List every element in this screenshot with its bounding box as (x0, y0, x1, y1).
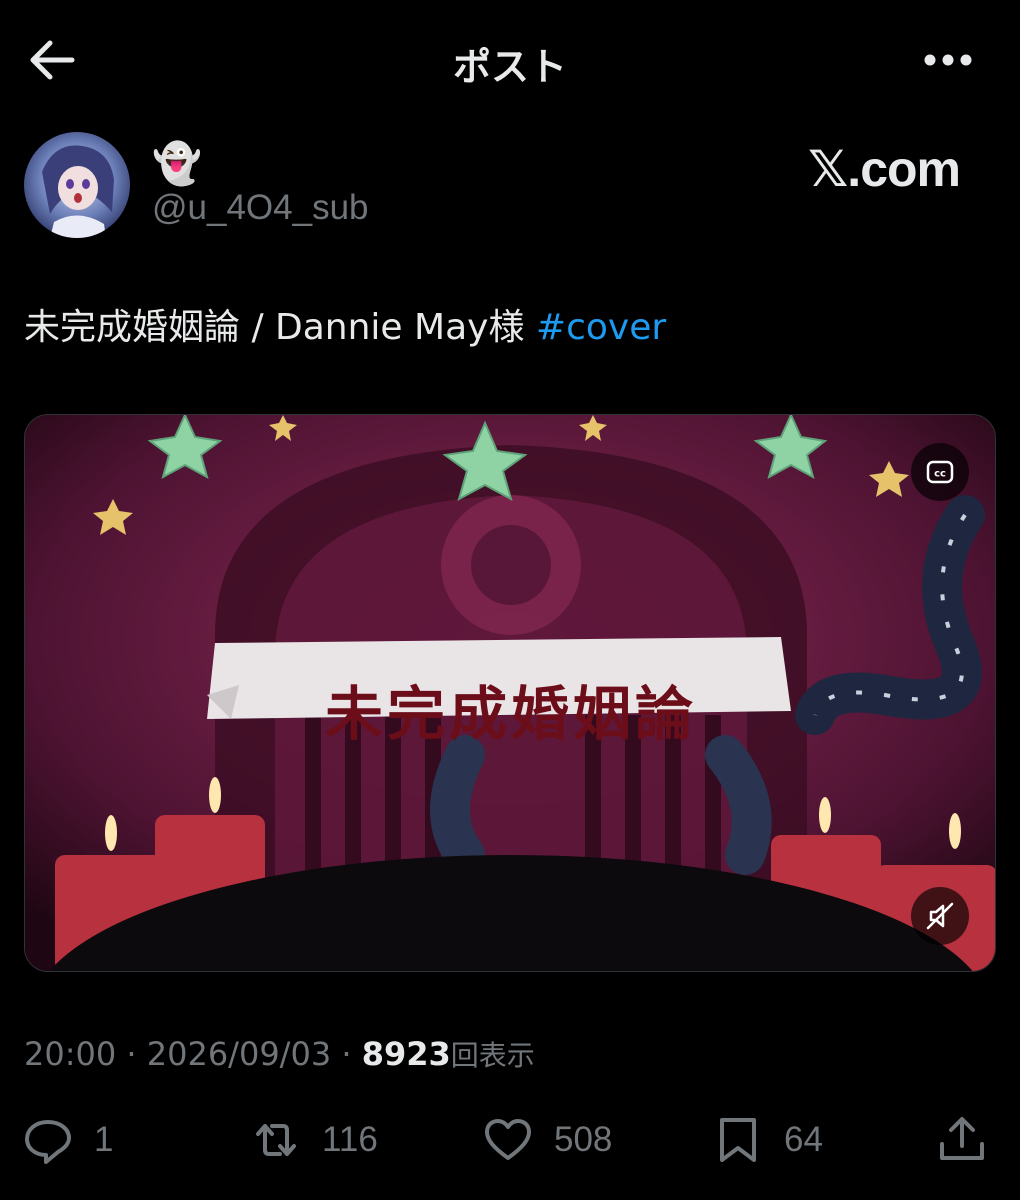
action-bar: 1 116 508 64 (0, 1100, 1020, 1180)
heart-icon (485, 1119, 531, 1160)
muted-speaker-icon (926, 902, 954, 930)
repost-count: 116 (322, 1120, 378, 1159)
bookmark-icon (720, 1118, 756, 1162)
more-horizontal-icon (924, 54, 972, 66)
tweet-body: 未完成婚姻論 / Dannie May様 (24, 307, 536, 348)
video-overlay-title: 未完成婚姻論 (324, 680, 697, 748)
captions-button[interactable]: cc (911, 443, 969, 501)
mute-toggle-button[interactable] (911, 887, 969, 945)
more-options-button[interactable] (922, 42, 974, 78)
user-handle[interactable]: @u_4O4_sub (152, 188, 369, 228)
reply-icon (25, 1120, 71, 1164)
post-time: 20:00 (24, 1035, 117, 1073)
share-icon (940, 1117, 984, 1160)
post-date: 2026/09/03 (146, 1035, 332, 1073)
post-metadata: 20:00 · 2026/09/03 · 8923回表示 (24, 1034, 535, 1074)
top-bar: ポスト (0, 0, 1020, 120)
meta-separator: · (331, 1035, 362, 1073)
page-title: ポスト (452, 45, 567, 89)
bookmark-button[interactable]: 64 (712, 1100, 823, 1180)
svg-text:cc: cc (934, 469, 946, 480)
share-button[interactable] (936, 1100, 988, 1180)
avatar[interactable] (24, 132, 130, 238)
tweet-text: 未完成婚姻論 / Dannie May様 #cover (24, 306, 666, 350)
source-watermark: 𝕏.com (808, 141, 961, 197)
meta-separator: · (116, 1035, 147, 1073)
reply-button[interactable]: 1 (22, 1100, 113, 1180)
like-count: 508 (554, 1120, 613, 1159)
like-button[interactable]: 508 (482, 1100, 612, 1180)
views-count: 8923 (361, 1035, 451, 1073)
repost-icon (256, 1124, 296, 1156)
display-name[interactable]: 👻 (152, 142, 202, 186)
bookmark-count: 64 (784, 1120, 823, 1159)
video-thumbnail[interactable]: 未完成婚姻論 cc (24, 414, 996, 972)
reply-count: 1 (94, 1120, 114, 1159)
views-label: 回表示 (450, 1039, 535, 1072)
repost-button[interactable]: 116 (250, 1100, 378, 1180)
hashtag-link[interactable]: #cover (536, 307, 666, 348)
closed-captions-icon: cc (926, 460, 954, 484)
